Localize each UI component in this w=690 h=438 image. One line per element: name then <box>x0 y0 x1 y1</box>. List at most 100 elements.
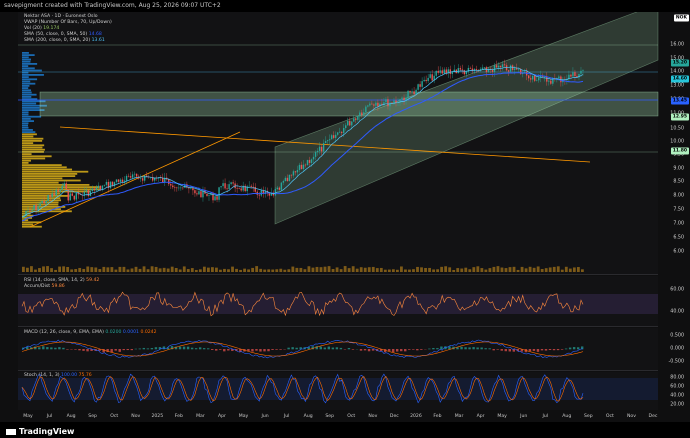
macd-histogram-bar <box>54 347 57 350</box>
macd-axis[interactable]: 0.500 0.000 -0.500 <box>658 328 690 370</box>
volume-profile-bar <box>22 107 40 109</box>
volume-profile-bar <box>22 179 81 182</box>
candle-body <box>278 187 281 190</box>
candle-body <box>29 210 31 212</box>
stoch-axis[interactable]: 80.00 60.00 40.00 20.00 <box>658 372 690 410</box>
candle-body <box>258 194 260 196</box>
candle-body <box>546 76 548 82</box>
volume-profile-bar <box>22 137 44 140</box>
chart-area[interactable]: Nektar ASA · 1D · Euronext Oslo VWAP (Nu… <box>0 12 690 422</box>
brand-label: TradingView <box>19 427 75 436</box>
volume-bar <box>552 266 556 272</box>
volume-bar <box>379 267 383 272</box>
candle-body <box>310 159 313 163</box>
price-tick: 9.00 <box>673 166 684 172</box>
macd-histogram-bar <box>74 349 77 350</box>
macd-histogram-bar <box>371 349 375 351</box>
candle-body <box>439 70 441 73</box>
volume-bar <box>263 269 267 272</box>
macd-histogram-bar <box>359 349 363 351</box>
candle-body <box>280 182 283 190</box>
macd-histogram-bar <box>58 347 61 350</box>
candle-body <box>127 175 130 177</box>
volume-bar <box>223 268 226 272</box>
price-badge: 13.45 <box>670 97 689 105</box>
price-tick: 7.50 <box>673 207 684 213</box>
rsi-axis[interactable]: 60.00 40.00 <box>658 276 690 326</box>
candle-body <box>298 164 301 170</box>
candle-body <box>226 188 228 190</box>
volume-profile-bar <box>22 168 73 171</box>
volume-bar <box>331 269 335 272</box>
volume-bar <box>227 269 230 272</box>
macd-histogram-bar <box>275 349 278 350</box>
candle-body <box>248 185 250 187</box>
volume-bar <box>86 266 90 272</box>
candle-body <box>174 187 176 188</box>
time-axis[interactable]: May Jul Aug Sep Oct Nov 2025 Feb Mar Apr May Jun Jul… <box>18 412 658 422</box>
time-label: Aug <box>66 414 76 419</box>
price-axis[interactable]: 16.0015.0014.0013.0012.0011.0010.5010.00… <box>658 12 690 274</box>
macd-histogram-bar <box>456 347 459 350</box>
volume-profile-bar <box>22 63 38 65</box>
time-label: May <box>23 414 33 419</box>
volume-bar <box>472 267 476 272</box>
time-label: Jul <box>46 414 53 419</box>
time-label: Sep <box>325 414 335 419</box>
candle-body <box>459 68 462 70</box>
macd-histogram-bar <box>78 349 81 351</box>
volume-bar <box>122 266 126 272</box>
candle-body <box>182 187 184 189</box>
volume-bar <box>267 269 271 272</box>
candle-body <box>31 209 33 211</box>
volume-bar <box>279 268 283 272</box>
price-legend: Nektar ASA · 1D · Euronext Oslo VWAP (Nu… <box>24 14 112 44</box>
candle-body <box>328 139 331 141</box>
volume-bar <box>400 266 403 272</box>
volume-profile-bar <box>22 186 100 188</box>
tradingview-logo[interactable]: TradingView <box>6 427 74 436</box>
volume-bar <box>560 269 564 272</box>
macd-histogram-bar <box>130 349 133 351</box>
volume-bar <box>255 266 259 272</box>
volume-bar <box>395 269 399 272</box>
volume-bar <box>34 269 37 272</box>
candle-body <box>387 99 389 107</box>
candle-body <box>401 97 403 100</box>
macd-histogram-bar <box>568 347 572 350</box>
macd-histogram-bar <box>146 348 150 350</box>
candle-body <box>69 193 71 201</box>
time-label: Oct <box>347 414 356 419</box>
candle-body <box>395 100 397 103</box>
volume-bar <box>42 266 45 272</box>
candle-body <box>170 184 172 186</box>
macd-histogram-bar <box>532 349 536 351</box>
macd-histogram-bar <box>142 347 146 350</box>
volume-profile-bar <box>22 155 52 158</box>
time-label: Dec <box>648 414 658 419</box>
candle-body <box>461 69 464 71</box>
volume-bar <box>327 266 331 272</box>
candle-body <box>119 179 122 182</box>
volume-bar <box>311 267 315 272</box>
volume-bar <box>46 266 49 272</box>
candle-body <box>55 189 57 196</box>
volume-profile-bar <box>22 87 29 89</box>
macd-value-1: 0.0200 <box>105 330 122 335</box>
macd-histogram-bar <box>182 346 186 350</box>
volume-bar <box>428 267 431 272</box>
rsi-band <box>18 294 658 314</box>
volume-profile-bar <box>22 129 33 131</box>
time-label: Nov <box>368 414 378 419</box>
volume-bar <box>464 267 468 272</box>
candle-body <box>33 205 35 210</box>
volume-bar <box>38 268 41 272</box>
candle-body <box>389 102 391 107</box>
candle-body <box>314 152 317 157</box>
volume-profile-bar <box>22 113 29 116</box>
volume-profile-bar <box>22 56 29 59</box>
candle-body <box>37 206 39 210</box>
macd-value-3: 0.0242 <box>140 330 157 335</box>
stoch-legend: Stoch (14, 1, 3) 100.00 75.76 <box>24 373 92 379</box>
volume-bar <box>496 266 500 272</box>
